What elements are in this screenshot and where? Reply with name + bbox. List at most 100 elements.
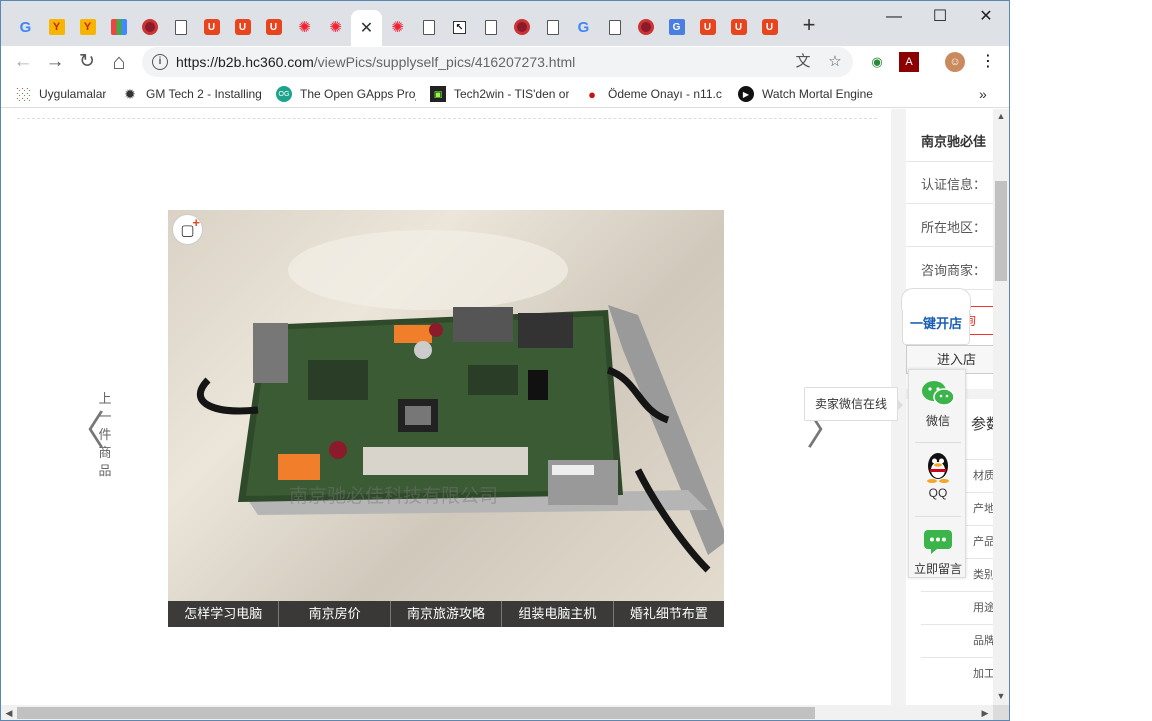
document-icon bbox=[484, 19, 497, 35]
pdf-extension-icon[interactable]: A bbox=[899, 52, 919, 72]
scrollbar-thumb[interactable] bbox=[995, 181, 1007, 281]
ladybug-icon: ● bbox=[588, 86, 596, 102]
tab[interactable] bbox=[134, 11, 165, 43]
tab[interactable]: ✺ bbox=[320, 11, 351, 43]
wechat-label: 微信 bbox=[925, 414, 950, 428]
contact-label: 咨询商家： bbox=[921, 263, 987, 278]
tab[interactable] bbox=[475, 11, 506, 43]
tab[interactable]: U bbox=[692, 11, 723, 43]
profile-avatar[interactable]: ☺ bbox=[945, 52, 965, 72]
close-icon[interactable]: ✕ bbox=[359, 20, 375, 37]
tab[interactable]: G bbox=[568, 11, 599, 43]
qq-penguin-icon bbox=[921, 452, 955, 484]
tab[interactable]: ✺ bbox=[382, 11, 413, 43]
bookmark-mortal-engine[interactable]: ▶ Watch Mortal Engine bbox=[738, 85, 878, 103]
bookmarks-overflow-button[interactable]: » bbox=[979, 85, 993, 103]
window-close-button[interactable]: ✕ bbox=[976, 7, 996, 27]
url-host: https://b2b.hc360.com bbox=[176, 54, 314, 70]
scroll-down-icon[interactable]: ▼ bbox=[993, 689, 1009, 703]
scrollbar-thumb[interactable] bbox=[17, 707, 815, 719]
translate-icon[interactable]: 文 bbox=[794, 53, 812, 71]
shopping-bag-icon: U bbox=[730, 19, 747, 35]
tab[interactable] bbox=[630, 11, 661, 43]
prev-item-link[interactable]: 上一件商品 bbox=[98, 390, 112, 480]
document-icon bbox=[546, 19, 559, 35]
google-icon: G bbox=[577, 18, 590, 36]
tab-active[interactable]: ✕ bbox=[351, 10, 382, 46]
address-bar[interactable]: i https://b2b.hc360.com/viewPics/supplys… bbox=[142, 47, 853, 77]
shopping-bag-icon: U bbox=[761, 19, 778, 35]
tab[interactable] bbox=[165, 11, 196, 43]
tab[interactable] bbox=[506, 11, 537, 43]
google-translate-icon: G bbox=[668, 19, 685, 35]
info-icon[interactable]: i bbox=[152, 54, 168, 70]
bookmark-n11[interactable]: ● Ödeme Onayı - n11.c bbox=[584, 85, 724, 103]
cloud-decoration bbox=[901, 288, 971, 310]
tab[interactable] bbox=[599, 11, 630, 43]
horizontal-scrollbar[interactable]: ◀ ▶ bbox=[1, 705, 993, 720]
bookmark-tech2win[interactable]: ▣ Tech2win - TIS'den or bbox=[430, 85, 570, 103]
bookmark-opengapps[interactable]: OG The Open GApps Proj bbox=[276, 85, 416, 103]
bookmarks-bar: Uygulamalar ✹ GM Tech 2 - Installing OG … bbox=[1, 80, 1009, 108]
forward-button[interactable]: → bbox=[43, 50, 67, 74]
qq-button[interactable]: QQ bbox=[909, 444, 967, 512]
new-tab-button[interactable]: + bbox=[799, 14, 819, 36]
document-icon bbox=[422, 19, 435, 35]
tab[interactable]: ✺ bbox=[289, 11, 320, 43]
tab[interactable]: U bbox=[723, 11, 754, 43]
region-label: 所在地区： bbox=[921, 220, 987, 235]
tab[interactable]: G bbox=[661, 11, 692, 43]
tab[interactable]: U bbox=[227, 11, 258, 43]
wechat-button[interactable]: 微信 bbox=[909, 370, 967, 438]
tab[interactable] bbox=[537, 11, 568, 43]
favorite-add-button[interactable]: ▢ + bbox=[172, 214, 203, 245]
bookmark-gm-tech[interactable]: ✹ GM Tech 2 - Installing bbox=[122, 85, 262, 103]
tech2win-icon: ▣ bbox=[430, 86, 446, 102]
caption-link[interactable]: 怎样学习电脑 bbox=[168, 601, 280, 627]
caption-link[interactable]: 组装电脑主机 bbox=[502, 601, 614, 627]
bookmark-apps[interactable]: Uygulamalar bbox=[15, 85, 111, 103]
scroll-left-icon[interactable]: ◀ bbox=[1, 705, 17, 720]
gear-icon: ✹ bbox=[124, 85, 136, 102]
tab[interactable]: U bbox=[258, 11, 289, 43]
tab[interactable]: G bbox=[10, 11, 41, 43]
divider bbox=[906, 246, 993, 247]
leave-message-button[interactable]: 立即留言 bbox=[909, 518, 967, 586]
caption-link[interactable]: 婚礼细节布置 bbox=[614, 601, 724, 627]
tab[interactable] bbox=[413, 11, 444, 43]
vertical-scrollbar[interactable]: ▲ ▼ bbox=[993, 109, 1009, 705]
seller-name[interactable]: 南京驰必佳 bbox=[921, 131, 986, 150]
tab[interactable]: Y bbox=[41, 11, 72, 43]
divider bbox=[915, 516, 961, 517]
document-icon bbox=[174, 19, 187, 35]
maximize-button[interactable]: ☐ bbox=[930, 7, 950, 27]
divider bbox=[906, 203, 993, 204]
tab[interactable]: Y bbox=[72, 11, 103, 43]
minimize-button[interactable]: — bbox=[884, 7, 904, 27]
scroll-up-icon[interactable]: ▲ bbox=[993, 109, 1009, 123]
divider bbox=[915, 442, 961, 443]
color-grid-icon bbox=[110, 19, 127, 35]
back-button[interactable]: ← bbox=[11, 50, 35, 74]
tab[interactable]: U bbox=[754, 11, 785, 43]
menu-icon[interactable]: ⋮ bbox=[978, 52, 998, 72]
home-button[interactable]: ⌂ bbox=[107, 50, 131, 74]
tab[interactable]: ↖ bbox=[444, 11, 475, 43]
contact-float-panel: 微信 QQ 立即留言 bbox=[908, 369, 966, 578]
y-app-icon: Y bbox=[48, 19, 65, 35]
open-shop-button[interactable]: 一键开店 bbox=[901, 288, 971, 345]
caption-bar: 怎样学习电脑 南京房价 南京旅游攻略 组装电脑主机 婚礼细节布置 bbox=[168, 601, 724, 627]
url-text[interactable]: https://b2b.hc360.com/viewPics/supplysel… bbox=[176, 54, 575, 70]
params-title: 参数 bbox=[971, 416, 993, 433]
tab[interactable] bbox=[103, 11, 134, 43]
tab[interactable]: U bbox=[196, 11, 227, 43]
caption-link[interactable]: 南京旅游攻略 bbox=[391, 601, 503, 627]
divider bbox=[17, 118, 877, 119]
wechat-icon bbox=[921, 378, 955, 410]
globe-extension-icon[interactable]: ◉ bbox=[867, 52, 887, 72]
star-icon[interactable]: ☆ bbox=[826, 53, 844, 71]
reload-button[interactable]: ↻ bbox=[75, 50, 99, 74]
caption-link[interactable]: 南京房价 bbox=[279, 601, 391, 627]
scroll-right-icon[interactable]: ▶ bbox=[977, 705, 993, 720]
disc-icon bbox=[141, 19, 158, 35]
